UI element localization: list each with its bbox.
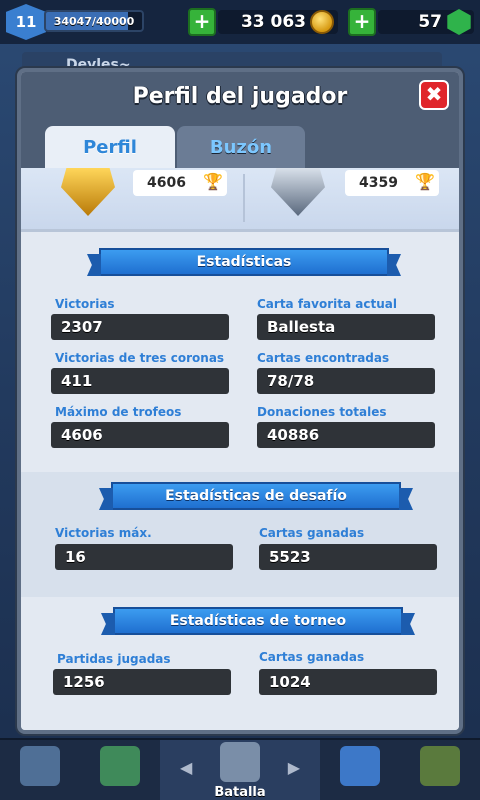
stat-value: 16 — [55, 544, 233, 570]
stat-value: 78/78 — [257, 368, 435, 394]
stat-value: Ballesta — [257, 314, 435, 340]
nav-cards[interactable] — [80, 740, 160, 800]
challenge-stats-section: Estadísticas de desafío Victorias máx. 1… — [21, 472, 459, 597]
nav-tournaments[interactable] — [400, 740, 480, 800]
challenge-section-title: Estadísticas de desafío — [111, 482, 401, 510]
player-profile-modal: Perfil del jugador ✖ Perfil Buzón 4606 🏆… — [17, 68, 463, 734]
close-button[interactable]: ✖ — [419, 80, 449, 110]
stat-label: Victorias máx. — [55, 526, 152, 540]
stat-label: Victorias — [55, 297, 115, 311]
modal-header: Perfil del jugador ✖ — [21, 72, 459, 120]
nav-battle-label: Batalla — [214, 785, 266, 800]
nav-battle[interactable]: ◀ ▶ Batalla — [160, 740, 320, 800]
stat-label: Carta favorita actual — [257, 297, 397, 311]
stat-value: 411 — [51, 368, 229, 394]
trophy-icon: 🏆 — [415, 172, 435, 191]
add-gold-button[interactable]: + — [188, 8, 216, 36]
battle-icon — [220, 742, 260, 782]
stat-label: Victorias de tres coronas — [55, 351, 225, 365]
arena-emblem-icon — [61, 168, 115, 216]
tournament-stats-section: Estadísticas de torneo Partidas jugadas … — [21, 597, 459, 730]
close-icon: ✖ — [425, 82, 443, 106]
stat-value: 2307 — [51, 314, 229, 340]
top-bar: 11 34047/40000 + 33 063 + 57 — [0, 0, 480, 44]
stat-label: Partidas jugadas — [57, 652, 171, 666]
tournament-section-title: Estadísticas de torneo — [113, 607, 403, 635]
arena-trophy-row: 4606 🏆 4359 🏆 — [21, 168, 459, 232]
tab-strip: Perfil Buzón — [21, 120, 459, 168]
level-badge[interactable]: 11 — [6, 4, 46, 40]
tab-inbox[interactable]: Buzón — [177, 126, 305, 168]
modal-title: Perfil del jugador — [132, 83, 348, 109]
gold-coin-icon — [310, 10, 334, 34]
trophy-icon: 🏆 — [203, 172, 223, 191]
stat-value: 5523 — [259, 544, 437, 570]
bottom-navigation: ◀ ▶ Batalla — [0, 738, 480, 800]
best-trophy-count: 4359 — [359, 175, 398, 191]
stat-label: Cartas encontradas — [257, 351, 390, 365]
gem-counter: 57 — [378, 9, 474, 35]
xp-text: 34047/40000 — [53, 14, 135, 28]
nav-shop[interactable] — [0, 740, 80, 800]
shop-icon — [20, 746, 60, 786]
chevron-right-icon[interactable]: ▶ — [288, 758, 300, 777]
best-trophy-box: 4359 🏆 — [345, 170, 439, 196]
cards-icon — [100, 746, 140, 786]
stat-value: 1024 — [259, 669, 437, 695]
chevron-left-icon[interactable]: ◀ — [180, 758, 192, 777]
stat-label: Cartas ganadas — [259, 526, 365, 540]
arena-divider — [243, 174, 245, 222]
gem-icon — [447, 9, 471, 35]
tab-profile[interactable]: Perfil — [45, 126, 175, 168]
stat-label: Donaciones totales — [257, 405, 387, 419]
current-trophy-count: 4606 — [147, 175, 186, 191]
tournament-icon — [420, 746, 460, 786]
gem-amount: 57 — [418, 12, 442, 32]
xp-bar: 34047/40000 — [44, 10, 144, 32]
gold-counter: 33 063 — [218, 10, 338, 34]
stats-section: Estadísticas Victorias 2307 Carta favori… — [21, 232, 459, 472]
stat-value: 1256 — [53, 669, 231, 695]
clan-icon — [340, 746, 380, 786]
league-emblem-icon — [271, 168, 325, 216]
stat-value: 4606 — [51, 422, 229, 448]
gold-amount: 33 063 — [240, 12, 306, 32]
stat-label: Cartas ganadas — [259, 650, 365, 664]
stat-label: Máximo de trofeos — [55, 405, 182, 419]
nav-clan[interactable] — [320, 740, 400, 800]
stats-section-title: Estadísticas — [99, 248, 389, 276]
stat-value: 40886 — [257, 422, 435, 448]
add-gems-button[interactable]: + — [348, 8, 376, 36]
current-trophy-box: 4606 🏆 — [133, 170, 227, 196]
level-number: 11 — [15, 13, 37, 31]
